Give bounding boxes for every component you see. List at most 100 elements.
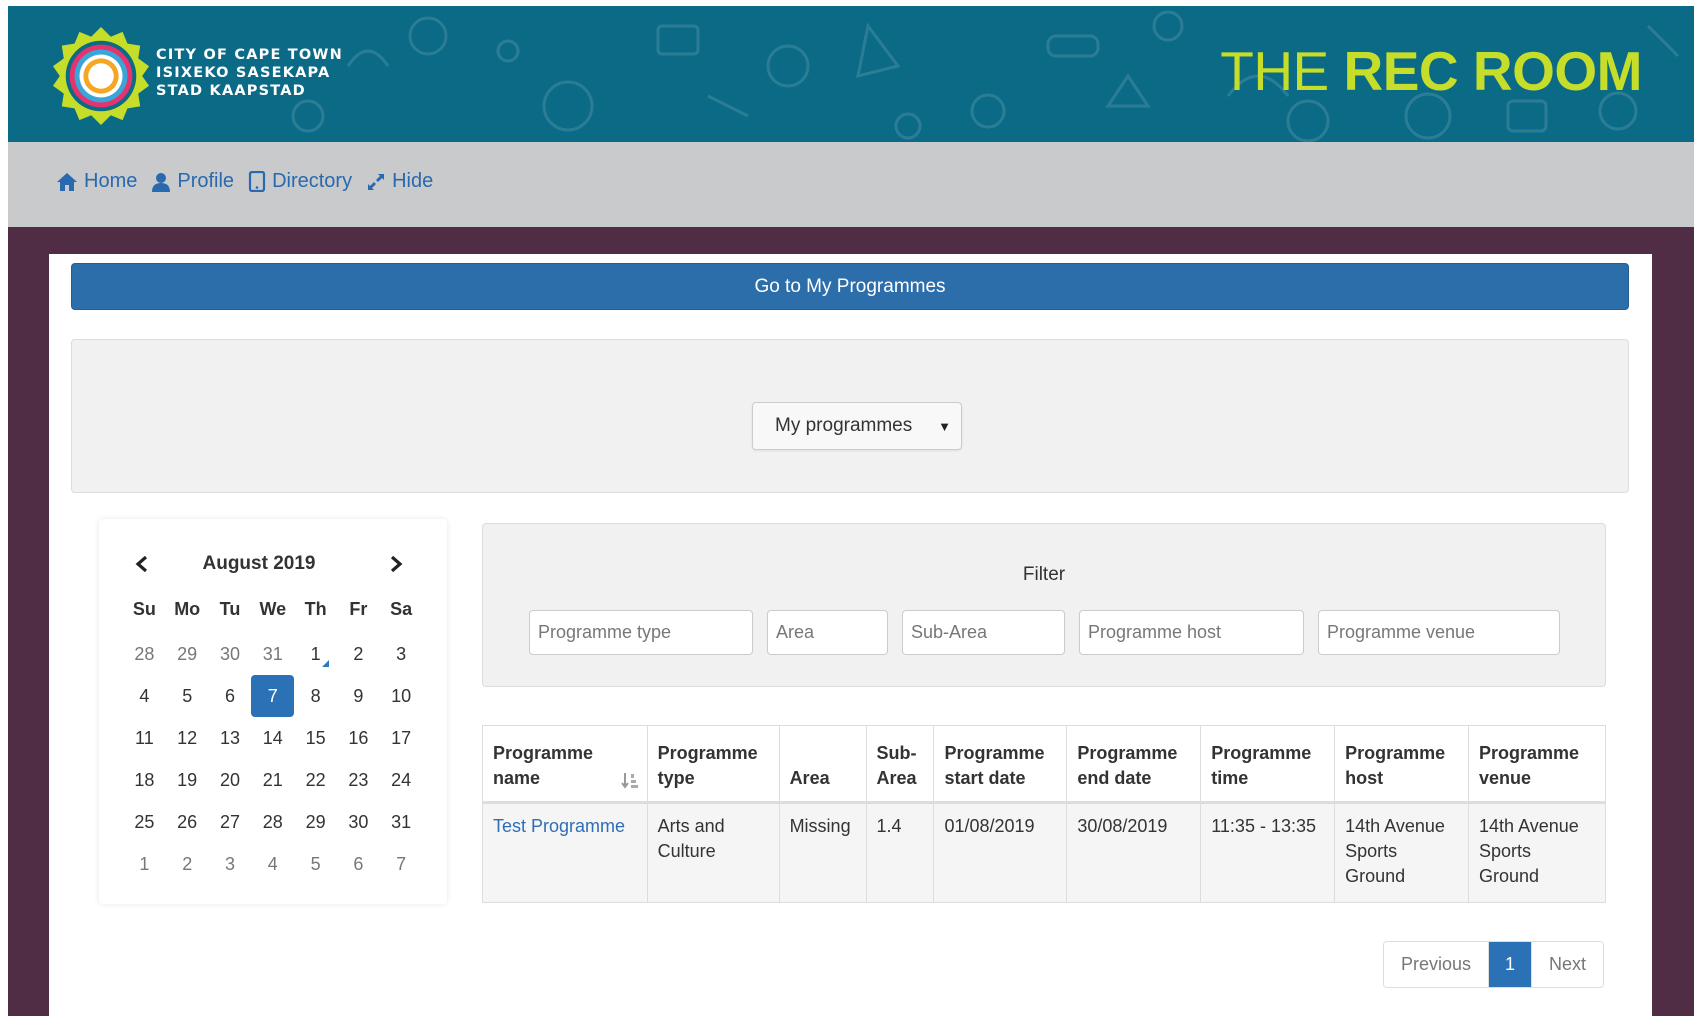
cell-venue: 14th Avenue Sports Ground <box>1468 802 1606 903</box>
nav-profile-link[interactable]: Profile <box>151 170 234 193</box>
user-icon <box>152 172 171 192</box>
header-text: Sub- <box>876 743 917 763</box>
cell-text: 1.4 <box>876 816 902 836</box>
calendar-day[interactable]: 29 <box>166 633 209 675</box>
cell-text: 11:35 - 13:35 <box>1211 816 1316 836</box>
header-text: Programme <box>1479 743 1580 763</box>
programme-venue-filter-input[interactable] <box>1318 610 1560 655</box>
caret-down-icon: ▼ <box>938 419 951 434</box>
calendar-week-row: 1 2 3 4 5 6 7 <box>123 843 423 885</box>
calendar-day[interactable]: 2 <box>337 633 380 675</box>
table-row: Test Programme Arts and Culture Missing … <box>482 802 1606 903</box>
calendar-day[interactable]: 5 <box>166 675 209 717</box>
column-header-host[interactable]: Programme host <box>1334 725 1470 803</box>
pagination-next[interactable]: Next <box>1531 942 1604 987</box>
calendar-day[interactable]: 24 <box>380 759 423 801</box>
column-header-subarea[interactable]: Sub- Area <box>865 725 935 803</box>
calendar-day[interactable]: 19 <box>166 759 209 801</box>
calendar-day[interactable]: 28 <box>251 801 294 843</box>
calendar-day[interactable]: 15 <box>294 717 337 759</box>
calendar-next-button[interactable] <box>381 549 411 579</box>
calendar-day[interactable]: 23 <box>337 759 380 801</box>
table-header-row: Programme name Programme type Area Sub- … <box>482 725 1606 803</box>
cell-text: Ground <box>1479 866 1540 886</box>
calendar-day[interactable]: 9 <box>337 675 380 717</box>
cell-text: Sports <box>1479 841 1532 861</box>
calendar-day[interactable]: 14 <box>251 717 294 759</box>
calendar-day[interactable]: 2 <box>166 843 209 885</box>
header-text: Programme <box>1345 743 1446 763</box>
nav-home-link[interactable]: Home <box>56 170 137 193</box>
header-text: Programme <box>493 743 594 763</box>
go-to-my-programmes-button[interactable]: Go to My Programmes <box>71 263 1629 310</box>
column-header-time[interactable]: Programme time <box>1200 725 1336 803</box>
column-header-area[interactable]: Area <box>778 725 867 803</box>
programme-type-filter-input[interactable] <box>529 610 753 655</box>
cell-text: 30/08/2019 <box>1077 816 1168 836</box>
calendar-day[interactable]: 10 <box>380 675 423 717</box>
top-nav: Home Profile Directory Hide <box>8 142 1694 227</box>
programme-view-select[interactable]: My programmes ▼ <box>752 402 962 450</box>
weekday-label: Tu <box>219 598 241 619</box>
filter-title: Filter <box>1022 564 1066 585</box>
calendar-day[interactable]: 29 <box>294 801 337 843</box>
calendar-day[interactable]: 28 <box>123 633 166 675</box>
calendar-prev-button[interactable] <box>127 549 157 579</box>
calendar-day[interactable]: 6 <box>337 843 380 885</box>
calendar-day[interactable]: 11 <box>123 717 166 759</box>
calendar-day-with-event[interactable]: 1 <box>294 633 337 675</box>
site-brand-title[interactable]: THE REC ROOM <box>1220 39 1642 103</box>
subarea-filter-input[interactable] <box>902 610 1065 655</box>
nav-hide-link[interactable]: Hide <box>366 170 433 193</box>
header-text: Area <box>789 768 830 788</box>
calendar-day[interactable]: 3 <box>209 843 252 885</box>
calendar-day[interactable]: 26 <box>166 801 209 843</box>
calendar-day[interactable]: 25 <box>123 801 166 843</box>
content-panel: Go to My Programmes My programmes ▼ Augu… <box>49 254 1652 1016</box>
header-text: time <box>1211 768 1249 788</box>
calendar-day[interactable]: 8 <box>294 675 337 717</box>
calendar-month-title[interactable]: August 2019 <box>159 553 359 575</box>
calendar-day[interactable]: 3 <box>380 633 423 675</box>
calendar-day[interactable]: 4 <box>251 843 294 885</box>
nav-directory-link[interactable]: Directory <box>248 170 352 193</box>
brand-bold: REC ROOM <box>1343 40 1643 102</box>
header-text: end date <box>1077 768 1152 788</box>
calendar-day[interactable]: 20 <box>209 759 252 801</box>
calendar-day[interactable]: 30 <box>337 801 380 843</box>
calendar-day[interactable]: 18 <box>123 759 166 801</box>
cell-start-date: 01/08/2019 <box>933 802 1068 903</box>
column-header-end-date[interactable]: Programme end date <box>1066 725 1202 803</box>
weekday-label: Th <box>304 598 327 619</box>
calendar-day-selected[interactable]: 7 <box>251 675 295 717</box>
calendar-day[interactable]: 12 <box>166 717 209 759</box>
programme-host-filter-input[interactable] <box>1079 610 1304 655</box>
calendar-day[interactable]: 7 <box>380 843 423 885</box>
calendar-day[interactable]: 13 <box>209 717 252 759</box>
calendar-day[interactable]: 27 <box>209 801 252 843</box>
calendar-day[interactable]: 17 <box>380 717 423 759</box>
calendar-day[interactable]: 31 <box>380 801 423 843</box>
pagination-page-current[interactable]: 1 <box>1488 942 1532 987</box>
calendar-day[interactable]: 21 <box>251 759 294 801</box>
calendar-day[interactable]: 22 <box>294 759 337 801</box>
nav-home-label: Home <box>84 170 138 192</box>
header-text: Programme <box>1211 743 1312 763</box>
calendar-day[interactable]: 5 <box>294 843 337 885</box>
calendar-day[interactable]: 1 <box>123 843 166 885</box>
calendar-day[interactable]: 30 <box>209 633 252 675</box>
calendar-day[interactable]: 6 <box>209 675 252 717</box>
calendar-day[interactable]: 16 <box>337 717 380 759</box>
area-filter-input[interactable] <box>767 610 888 655</box>
nav-hide-label: Hide <box>392 170 434 192</box>
column-header-programme-type[interactable]: Programme type <box>646 725 780 803</box>
calendar-day[interactable]: 31 <box>251 633 294 675</box>
column-header-start-date[interactable]: Programme start date <box>933 725 1068 803</box>
programme-name-link[interactable]: Test Programme <box>493 816 625 836</box>
column-header-programme-name[interactable]: Programme name <box>482 725 648 803</box>
pagination-previous[interactable]: Previous <box>1384 942 1489 987</box>
column-header-venue[interactable]: Programme venue <box>1468 725 1606 803</box>
calendar-week-row: 25 26 27 28 29 30 31 <box>123 801 423 843</box>
cell-host: 14th Avenue Sports Ground <box>1334 802 1470 903</box>
calendar-day[interactable]: 4 <box>123 675 166 717</box>
